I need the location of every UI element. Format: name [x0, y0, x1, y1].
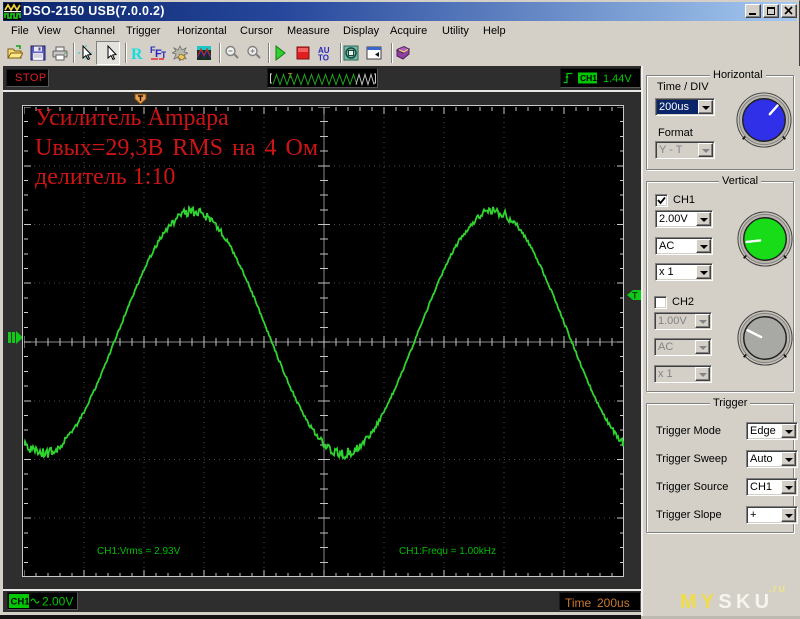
svg-text:1.44V: 1.44V [603, 73, 632, 85]
svg-text:2.00V: 2.00V [42, 595, 73, 609]
svg-text:R: R [131, 46, 143, 61]
svg-text:T: T [632, 291, 638, 301]
svg-text:CH1: CH1 [580, 73, 597, 83]
svg-text:CH1: CH1 [11, 597, 31, 608]
svg-text:TO: TO [318, 54, 329, 62]
